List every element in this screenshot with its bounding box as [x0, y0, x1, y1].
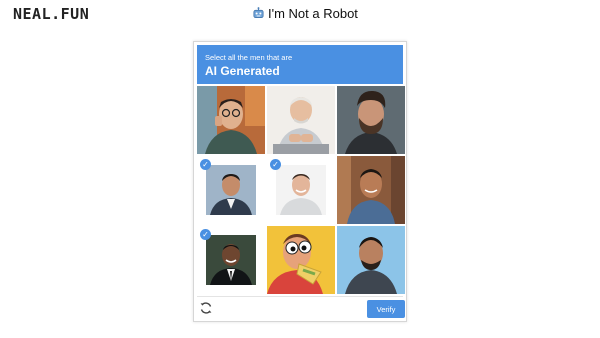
tile-man-blue-sky[interactable] [337, 226, 405, 294]
captcha-instruction: Select all the men that are [205, 53, 293, 62]
tile-bearded-man[interactable] [337, 86, 405, 154]
tile-older-man-laptop[interactable] [267, 86, 335, 154]
selected-check-icon: ✓ [200, 229, 211, 240]
reload-icon[interactable] [199, 301, 213, 315]
captcha-target: AI Generated [205, 64, 280, 78]
tile-man-suit[interactable]: ✓ [197, 156, 265, 224]
page-title: I'm Not a Robot [252, 6, 358, 21]
tile-man-dark-suit[interactable]: ✓ [197, 226, 265, 294]
tile-smiling-man[interactable]: ✓ [267, 156, 335, 224]
page-title-text: I'm Not a Robot [268, 6, 358, 21]
site-logo[interactable]: NEAL.FUN [13, 5, 89, 23]
captcha-widget: Select all the men that are AI Generated [193, 41, 407, 322]
footer-divider [197, 296, 403, 297]
verify-button[interactable]: Verify [367, 300, 405, 318]
image-grid: ✓ ✓ ✓ [197, 86, 405, 294]
captcha-header: Select all the men that are AI Generated [197, 45, 403, 84]
tile-cartoon-eyes-man[interactable] [267, 226, 335, 294]
tile-man-denim[interactable] [337, 156, 405, 224]
selected-check-icon: ✓ [270, 159, 281, 170]
robot-icon [253, 7, 264, 19]
selected-check-icon: ✓ [200, 159, 211, 170]
tile-man-glasses[interactable] [197, 86, 265, 154]
